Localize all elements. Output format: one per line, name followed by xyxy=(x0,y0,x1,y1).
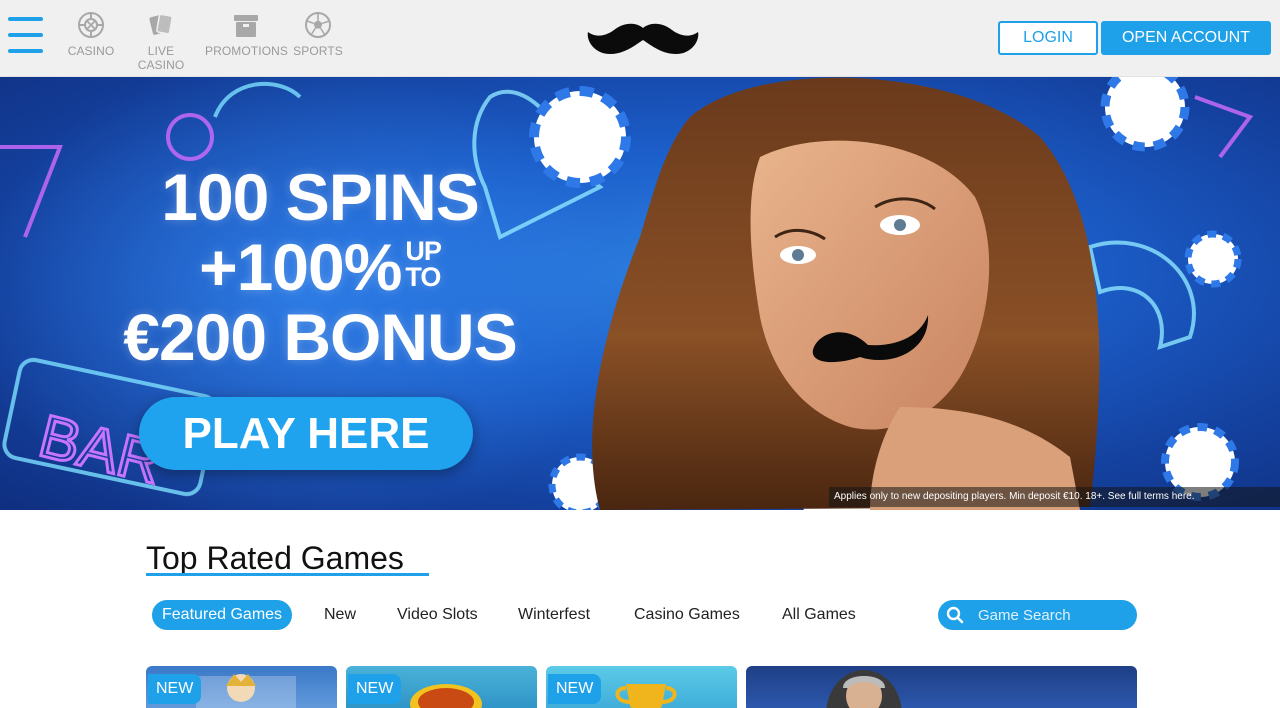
nav-promotions[interactable]: PROMOTIONS xyxy=(205,10,289,60)
hero-headline: 100 SPINS +100% UP TO €200 BONUS xyxy=(60,162,580,372)
tab-all-games[interactable]: All Games xyxy=(782,600,856,630)
headline-up-to: UP TO xyxy=(405,238,442,292)
headline-line-1: 100 SPINS xyxy=(161,160,480,234)
search-icon[interactable] xyxy=(946,606,964,624)
nav-live-casino[interactable]: LIVE CASINO xyxy=(124,10,198,72)
roulette-icon xyxy=(78,12,104,38)
game-search-input[interactable] xyxy=(978,600,1128,630)
game-thumbnail xyxy=(410,684,482,708)
tab-new[interactable]: New xyxy=(324,600,356,630)
tab-winterfest[interactable]: Winterfest xyxy=(518,600,590,630)
game-tile[interactable]: NEW xyxy=(346,666,537,708)
section-title-underline xyxy=(146,573,429,576)
hero-banner[interactable]: BAR 100 SPINS +100% UP TO €200 BONUS PLAY … xyxy=(0,77,1280,510)
nav-sports-label: SPORTS xyxy=(293,44,343,58)
section-title: Top Rated Games xyxy=(146,540,404,576)
new-badge: NEW xyxy=(148,674,202,704)
nav-sports[interactable]: SPORTS xyxy=(292,10,344,60)
new-badge: NEW xyxy=(348,674,402,704)
hamburger-menu-icon[interactable] xyxy=(8,14,44,56)
cards-icon xyxy=(149,13,173,35)
play-here-button[interactable]: PLAY HERE xyxy=(139,397,473,470)
headline-line-3: €200 BONUS xyxy=(123,300,518,374)
game-category-tabs: Featured Games New Video Slots Winterfes… xyxy=(152,600,872,630)
nav-promotions-label: PROMOTIONS xyxy=(205,44,289,58)
nav-casino-label: CASINO xyxy=(67,44,115,58)
game-tile[interactable] xyxy=(746,666,1137,708)
site-header: CASINO LIVE CASINO PROMOTIONS SPORTS LOG… xyxy=(0,0,1280,77)
headline-line-2: +100% UP TO xyxy=(60,232,580,302)
game-tile[interactable]: NEW xyxy=(146,666,337,708)
tab-featured-games[interactable]: Featured Games xyxy=(152,600,293,630)
soccer-ball-icon xyxy=(305,12,331,38)
terms-notice[interactable]: Applies only to new depositing players. … xyxy=(829,487,1280,507)
open-account-button[interactable]: OPEN ACCOUNT xyxy=(1101,21,1271,55)
gift-box-icon xyxy=(234,15,258,37)
nav-live-casino-label: LIVE CASINO xyxy=(137,44,185,72)
game-thumbnail xyxy=(826,670,902,708)
new-badge: NEW xyxy=(548,674,602,704)
headline-to: TO xyxy=(405,262,441,292)
game-thumbnail xyxy=(196,674,296,708)
game-thumbnail xyxy=(615,684,677,708)
login-button[interactable]: LOGIN xyxy=(998,21,1098,55)
headline-percent: +100% xyxy=(199,230,402,304)
game-search-box[interactable] xyxy=(938,600,1137,630)
nav-casino[interactable]: CASINO xyxy=(66,10,116,60)
tab-casino-games[interactable]: Casino Games xyxy=(634,600,740,630)
tab-video-slots[interactable]: Video Slots xyxy=(397,600,478,630)
game-tile[interactable]: NEW xyxy=(546,666,737,708)
mustache-logo-icon[interactable] xyxy=(584,18,702,58)
